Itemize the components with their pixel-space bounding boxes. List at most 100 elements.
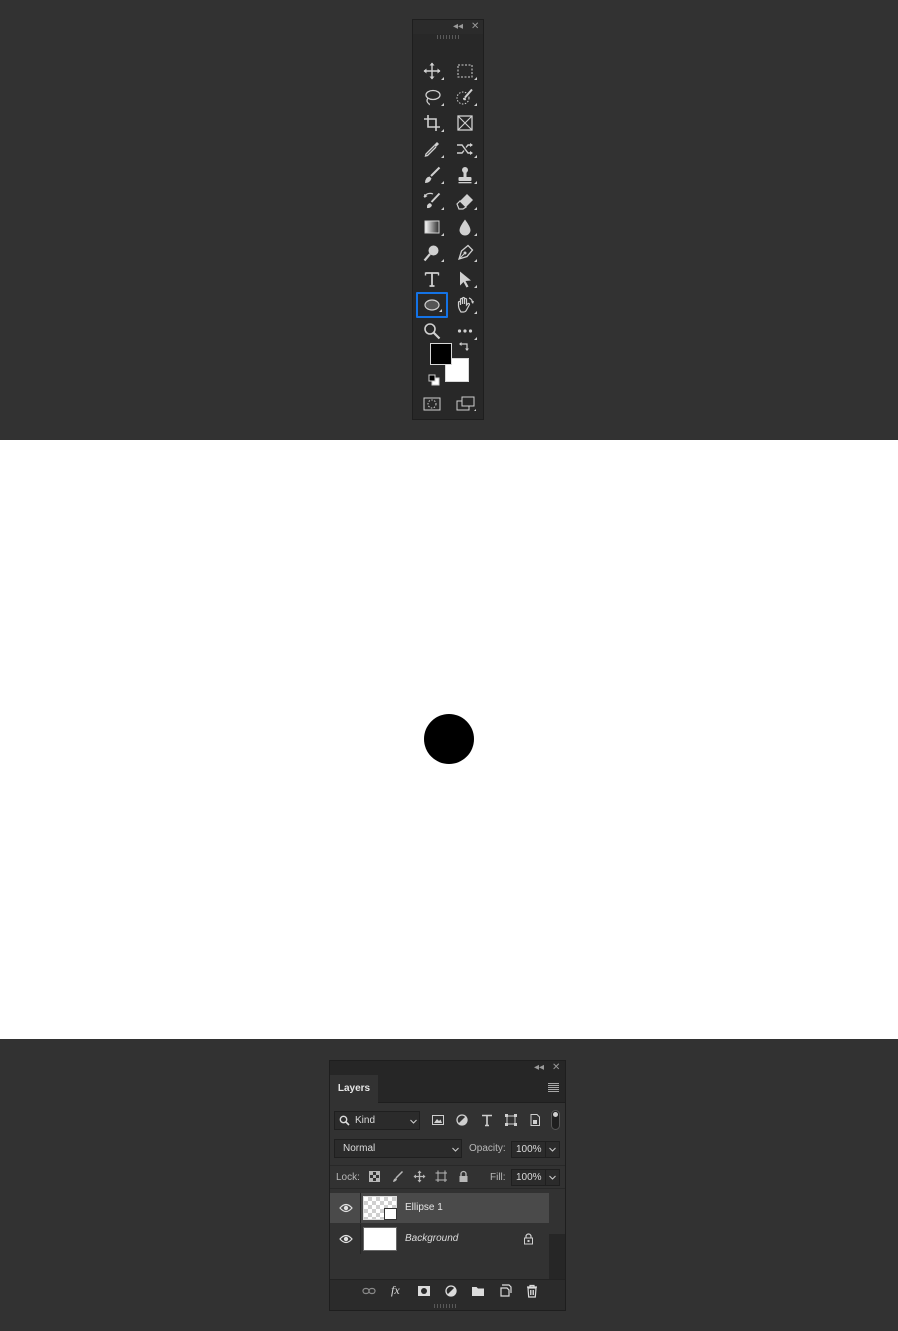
content-aware-move-tool[interactable]: [449, 136, 481, 162]
tool-group-indicator: [441, 207, 444, 210]
fx-icon[interactable]: fx: [391, 1283, 405, 1297]
eraser-icon: [456, 194, 473, 210]
adjustment-filter-icon[interactable]: [455, 1113, 469, 1127]
hand-tool[interactable]: [449, 292, 481, 318]
blend-mode-label: Normal: [343, 1143, 376, 1154]
lock-artboard-icon[interactable]: [435, 1170, 448, 1183]
fill-field[interactable]: 100%: [511, 1169, 546, 1186]
ellipse-tool[interactable]: [416, 292, 448, 318]
layer-thumbnail[interactable]: [363, 1227, 397, 1251]
layer-name[interactable]: Ellipse 1: [405, 1202, 443, 1213]
fill-dropdown[interactable]: [546, 1169, 560, 1186]
zoom-tool[interactable]: [416, 318, 448, 344]
content-aware-move-icon: [457, 143, 473, 155]
tool-group-indicator: [474, 285, 477, 288]
pen-icon: [458, 244, 474, 260]
opacity-dropdown[interactable]: [546, 1141, 560, 1158]
chevron-down-icon: [410, 1119, 417, 1124]
blur-tool[interactable]: [449, 214, 481, 240]
layers-footer: fx: [330, 1279, 565, 1302]
gradient-tool[interactable]: [416, 214, 448, 240]
frame-tool[interactable]: [449, 110, 481, 136]
layer-name[interactable]: Background: [405, 1233, 458, 1244]
grip-handle[interactable]: [437, 35, 459, 39]
filter-kind-dropdown[interactable]: Kind: [334, 1111, 420, 1130]
crop-icon: [424, 115, 440, 131]
pen-tool[interactable]: [449, 240, 481, 266]
layers-panel: ◂◂ ✕ Layers Kind Normal Opacity: 100% Lo…: [329, 1060, 566, 1311]
add-mask-icon[interactable]: [417, 1284, 431, 1298]
lock-pixels-icon[interactable]: [391, 1170, 404, 1183]
layers-panel-body: Kind Normal Opacity: 100% Lock: Fill: 10…: [330, 1103, 565, 1279]
tool-group-indicator: [441, 103, 444, 106]
tool-group-indicator: [441, 129, 444, 132]
eye-icon[interactable]: [339, 1233, 353, 1245]
brush-tool[interactable]: [416, 162, 448, 188]
quick-selection-icon: [456, 88, 473, 105]
layer-row-background[interactable]: Background: [330, 1224, 549, 1254]
grip-handle[interactable]: [434, 1304, 458, 1308]
dodge-tool[interactable]: [416, 240, 448, 266]
ellipse-shape[interactable]: [424, 714, 474, 764]
tab-layers[interactable]: Layers: [330, 1075, 378, 1103]
type-tool[interactable]: [416, 266, 448, 292]
filter-toggle[interactable]: [551, 1110, 560, 1130]
rectangular-marquee-tool[interactable]: [449, 58, 481, 84]
tool-group-indicator: [441, 155, 444, 158]
collapse-icon[interactable]: ◂◂: [534, 1062, 544, 1074]
collapse-icon[interactable]: ◂◂: [453, 21, 463, 33]
zoom-icon: [424, 323, 441, 340]
dodge-icon: [423, 245, 439, 262]
tool-group-indicator: [474, 311, 477, 314]
layers-panel-header[interactable]: [330, 1061, 565, 1075]
stamp-icon: [458, 167, 472, 184]
arrow-icon: [460, 271, 471, 288]
close-icon[interactable]: ✕: [471, 21, 479, 33]
opacity-label: Opacity:: [469, 1143, 506, 1154]
lock-all-icon[interactable]: [457, 1170, 470, 1183]
lock-icon[interactable]: [523, 1233, 534, 1245]
tool-group-indicator: [439, 309, 442, 312]
panel-menu-icon[interactable]: [548, 1083, 559, 1092]
new-layer-icon[interactable]: [498, 1284, 512, 1298]
marquee-icon: [457, 64, 473, 78]
more-icon: [457, 329, 473, 333]
scrollbar[interactable]: [549, 1234, 565, 1279]
move-tool[interactable]: [416, 58, 448, 84]
path-selection-tool[interactable]: [449, 266, 481, 292]
foreground-color-swatch[interactable]: [430, 343, 452, 365]
pixel-filter-icon[interactable]: [431, 1113, 445, 1127]
opacity-field[interactable]: 100%: [511, 1141, 546, 1158]
tool-group-indicator: [441, 77, 444, 80]
screen-mode-icon[interactable]: [455, 395, 477, 413]
history-brush-icon: [423, 192, 441, 209]
tool-group-indicator: [474, 77, 477, 80]
link-icon[interactable]: [362, 1284, 376, 1298]
trash-icon[interactable]: [525, 1284, 539, 1298]
eye-icon[interactable]: [339, 1202, 353, 1214]
shape-filter-icon[interactable]: [504, 1113, 518, 1127]
clone-stamp-tool[interactable]: [449, 162, 481, 188]
adjustment-layer-icon[interactable]: [444, 1284, 458, 1298]
lock-transparent-icon[interactable]: [368, 1170, 381, 1183]
history-brush-tool[interactable]: [416, 188, 448, 214]
divider: [360, 1224, 361, 1254]
quick-selection-tool[interactable]: [449, 84, 481, 110]
chevron-down-icon: [452, 1147, 459, 1152]
tool-group-indicator: [441, 233, 444, 236]
swap-colors-icon[interactable]: [458, 340, 470, 352]
lasso-tool[interactable]: [416, 84, 448, 110]
close-icon[interactable]: ✕: [552, 1062, 560, 1074]
layer-row-ellipse-1[interactable]: Ellipse 1: [330, 1193, 549, 1223]
type-filter-icon[interactable]: [480, 1113, 494, 1127]
quick-mask-icon[interactable]: [422, 395, 442, 413]
blend-mode-dropdown[interactable]: Normal: [334, 1139, 462, 1158]
default-colors-icon[interactable]: [428, 374, 440, 386]
eraser-tool[interactable]: [449, 188, 481, 214]
smart-object-filter-icon[interactable]: [528, 1113, 542, 1127]
eyedropper-tool[interactable]: [416, 136, 448, 162]
folder-icon[interactable]: [471, 1284, 485, 1298]
lock-position-icon[interactable]: [413, 1170, 426, 1183]
layer-thumbnail[interactable]: [363, 1196, 397, 1220]
crop-tool[interactable]: [416, 110, 448, 136]
